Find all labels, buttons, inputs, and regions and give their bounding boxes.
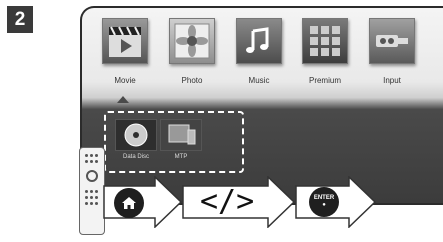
input-plug-icon: [369, 18, 415, 64]
movie-clapper-icon: [102, 18, 148, 64]
menu-label: Music: [248, 76, 270, 85]
disc-icon: [115, 119, 157, 151]
submenu-item-data-disc[interactable]: Data Disc: [114, 119, 158, 160]
submenu-label: Data Disc: [122, 154, 149, 160]
menu-item-input[interactable]: Input: [362, 18, 422, 85]
music-note-icon: [236, 18, 282, 64]
selection-caret: [117, 96, 129, 103]
home-icon: [114, 188, 144, 218]
menu-label: Input: [383, 76, 401, 85]
menu-label: Movie: [114, 76, 136, 85]
home-menu-bar: Movie Photo Music Premium Input: [82, 8, 443, 106]
enter-key-label: ENTER: [313, 195, 335, 201]
menu-item-photo[interactable]: Photo: [162, 18, 222, 85]
menu-item-premium[interactable]: Premium: [295, 18, 355, 85]
remote-control-icon: [79, 147, 105, 235]
menu-label: Premium: [308, 76, 341, 85]
submenu-item-mtp[interactable]: MTP: [159, 119, 203, 160]
navigation-arrows-glyph: </>: [200, 184, 255, 219]
instruction-step-enter: ENTER ●: [295, 176, 377, 228]
premium-grid-icon: [302, 18, 348, 64]
instruction-step-navigate: </>: [182, 176, 296, 228]
device-icon: [160, 119, 202, 151]
step-number-badge: 2: [7, 6, 33, 33]
enter-key-icon: ENTER ●: [309, 187, 339, 217]
menu-label: Photo: [181, 76, 203, 85]
instruction-step-home: [103, 176, 183, 228]
submenu-label: MTP: [174, 154, 188, 160]
menu-item-movie[interactable]: Movie: [95, 18, 155, 85]
photo-flower-icon: [169, 18, 215, 64]
menu-item-music[interactable]: Music: [229, 18, 289, 85]
